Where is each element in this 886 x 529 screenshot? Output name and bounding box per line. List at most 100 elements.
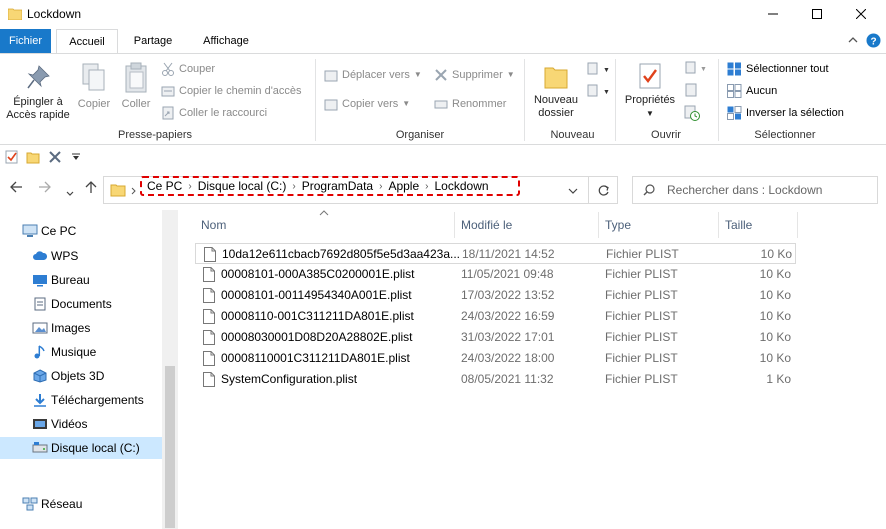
open-icon[interactable]: ▼ xyxy=(684,61,708,75)
sidebar-item-label: Bureau xyxy=(51,273,90,287)
breadcrumb-separator-icon[interactable]: › xyxy=(185,181,194,192)
copy-button[interactable]: Copier xyxy=(74,62,114,111)
back-button[interactable] xyxy=(9,180,23,197)
search-placeholder: Rechercher dans : Lockdown xyxy=(667,183,823,197)
file-row[interactable]: 00008101-000A385C0200001E.plist 11/05/202… xyxy=(195,264,796,285)
file-row[interactable]: 00008030001D08D20A28802E.plist 31/03/2022… xyxy=(195,327,796,348)
sidebar-item-label: Documents xyxy=(51,297,112,311)
tab-home[interactable]: Accueil xyxy=(56,29,118,54)
svg-text:▼: ▼ xyxy=(700,66,707,73)
sidebar-item[interactable]: Téléchargements xyxy=(0,389,162,411)
new-folder-button[interactable]: Nouveau dossier xyxy=(529,62,583,120)
file-row[interactable]: 00008110001C311211DA801E.plist 24/03/2022… xyxy=(195,348,796,369)
file-name: 00008110001C311211DA801E.plist xyxy=(221,351,410,365)
breadcrumb-separator-icon[interactable]: › xyxy=(422,181,431,192)
history-icon[interactable] xyxy=(684,105,700,121)
tab-file[interactable]: Fichier xyxy=(0,29,51,53)
breadcrumb-item[interactable]: Ce PC xyxy=(144,179,185,193)
close-button[interactable] xyxy=(838,0,884,28)
sidebar-item[interactable]: WPS xyxy=(0,245,162,267)
new-item-icon[interactable]: ▼ xyxy=(586,62,610,76)
sidebar-item[interactable]: Disque local (C:) xyxy=(0,437,162,459)
tab-share[interactable]: Partage xyxy=(128,29,178,53)
address-dropdown-icon[interactable] xyxy=(568,188,578,195)
breadcrumb-item[interactable]: ProgramData xyxy=(299,179,376,193)
help-icon[interactable]: ? xyxy=(866,33,881,48)
column-header-type[interactable]: Type xyxy=(605,210,631,240)
file-modified: 24/03/2022 16:59 xyxy=(461,309,555,323)
sort-ascending-icon[interactable] xyxy=(319,210,329,216)
delete-qat-icon[interactable] xyxy=(48,150,62,164)
easy-access-icon[interactable]: ▼ xyxy=(586,84,610,98)
properties-button[interactable]: Propriétés ▼ xyxy=(620,62,680,120)
pin-quick-access-button[interactable]: Épingler à Accès rapide xyxy=(4,64,72,122)
sidebar-item[interactable]: Vidéos xyxy=(0,413,162,435)
title-bar: Lockdown xyxy=(0,0,886,28)
file-list: Nom Modifié le Type Taille 10da12e611cba… xyxy=(180,210,886,529)
breadcrumb-separator-icon[interactable]: › xyxy=(289,181,298,192)
column-divider[interactable] xyxy=(598,212,599,238)
file-icon xyxy=(203,309,215,324)
minimize-button[interactable] xyxy=(750,0,796,28)
select-none-button[interactable]: Aucun xyxy=(727,84,777,98)
delete-button[interactable]: Supprimer ▼ xyxy=(434,68,515,82)
sidebar-item[interactable]: Réseau xyxy=(0,493,162,515)
breadcrumb-item[interactable]: Apple xyxy=(385,179,422,193)
arrow-left-icon xyxy=(10,181,22,193)
column-header-size[interactable]: Taille xyxy=(725,210,752,240)
window-title: Lockdown xyxy=(27,7,82,21)
delete-label: Supprimer xyxy=(452,69,503,81)
copy-path-button[interactable]: Copier le chemin d'accès xyxy=(161,84,302,98)
folder-icon xyxy=(8,8,22,20)
sidebar-item[interactable]: Musique xyxy=(0,341,162,363)
search-icon xyxy=(643,184,655,196)
sidebar-item-label: Réseau xyxy=(41,497,83,511)
invert-selection-button[interactable]: Inverser la sélection xyxy=(727,106,844,120)
new-folder-label-line1: Nouveau xyxy=(533,94,579,106)
refresh-icon[interactable] xyxy=(597,184,610,197)
file-row[interactable]: 00008110-001C311211DA801E.plist 24/03/202… xyxy=(195,306,796,327)
column-header-modified[interactable]: Modifié le xyxy=(461,210,512,240)
sidebar-item[interactable]: Objets 3D xyxy=(0,365,162,387)
column-divider[interactable] xyxy=(454,212,455,238)
customize-qat-icon[interactable] xyxy=(72,153,80,161)
file-row[interactable]: SystemConfiguration.plist 08/05/2021 11:3… xyxy=(195,369,796,390)
breadcrumb-separator-icon[interactable]: › xyxy=(376,181,385,192)
paste-icon xyxy=(125,62,147,93)
sidebar-item[interactable]: Images xyxy=(0,317,162,339)
images-icon xyxy=(32,321,51,335)
file-row[interactable]: 10da12e611cbacb7692d805f5e5d3aa423a... 18… xyxy=(195,243,796,264)
new-folder-qat-icon[interactable] xyxy=(26,150,40,164)
collapse-ribbon-icon[interactable] xyxy=(848,36,858,44)
move-to-button[interactable]: Déplacer vers ▼ xyxy=(324,68,422,82)
breadcrumb-item[interactable]: Lockdown xyxy=(432,179,492,193)
copy-to-button[interactable]: Copier vers ▼ xyxy=(324,97,410,111)
select-all-button[interactable]: Sélectionner tout xyxy=(727,62,829,76)
column-header-name[interactable]: Nom xyxy=(201,210,226,240)
column-divider[interactable] xyxy=(797,212,798,238)
new-group-label: Nouveau xyxy=(550,129,595,141)
edit-icon[interactable] xyxy=(684,83,698,97)
properties-qat-icon[interactable] xyxy=(5,150,19,164)
select-all-label: Sélectionner tout xyxy=(746,63,829,75)
sidebar-scrollbar-thumb[interactable] xyxy=(165,366,175,528)
sidebar-item[interactable]: Documents xyxy=(0,293,162,315)
rename-button[interactable]: Renommer xyxy=(434,97,506,111)
maximize-button[interactable] xyxy=(794,0,840,28)
chevron-down-icon xyxy=(66,191,74,196)
recent-locations-button[interactable] xyxy=(66,184,74,200)
breadcrumb-item[interactable]: Disque local (C:) xyxy=(195,179,290,193)
sidebar-item[interactable]: Bureau xyxy=(0,269,162,291)
forward-button[interactable] xyxy=(38,180,52,197)
paste-button[interactable]: Coller xyxy=(116,62,156,111)
tab-view[interactable]: Affichage xyxy=(196,29,256,53)
select-none-icon xyxy=(727,84,742,98)
search-box[interactable]: Rechercher dans : Lockdown xyxy=(632,176,878,204)
cut-button[interactable]: Couper xyxy=(161,62,215,76)
paste-shortcut-button[interactable]: Coller le raccourci xyxy=(161,106,267,120)
file-row[interactable]: 00008101-00114954340A001E.plist 17/03/202… xyxy=(195,285,796,306)
sidebar-item[interactable]: Ce PC xyxy=(0,220,162,242)
quick-access-toolbar xyxy=(0,146,886,168)
up-button[interactable] xyxy=(84,180,98,197)
column-divider[interactable] xyxy=(718,212,719,238)
